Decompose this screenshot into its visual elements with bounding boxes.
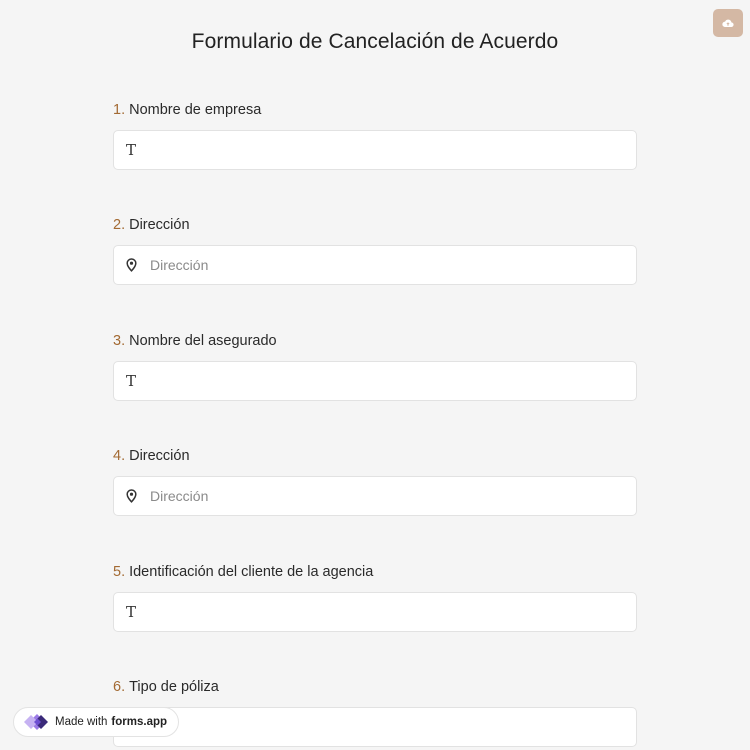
input-placeholder: Dirección xyxy=(150,488,209,504)
question-insured-name: 3. Nombre del asegurado T xyxy=(113,331,637,401)
question-number: 5. xyxy=(113,564,126,580)
question-label: 1. Nombre de empresa xyxy=(113,100,637,120)
question-agency-client-id: 5. Identificación del cliente de la agenc… xyxy=(113,562,637,632)
question-text: Dirección xyxy=(129,217,190,233)
cloud-upload-icon xyxy=(722,19,734,28)
location-pin-icon xyxy=(124,488,138,504)
text-icon: T xyxy=(125,372,136,390)
input-placeholder: Dirección xyxy=(150,257,209,273)
form-page: Formulario de Cancelación de Acuerdo 1. N… xyxy=(0,0,750,750)
company-address-input[interactable]: Dirección xyxy=(113,245,637,285)
question-company-address: 2. Dirección Dirección xyxy=(113,215,637,285)
question-number: 2. xyxy=(113,217,126,233)
question-insured-address: 4. Dirección Dirección xyxy=(113,446,637,516)
question-label: 4. Dirección xyxy=(113,446,637,466)
question-number: 4. xyxy=(113,448,126,464)
insured-name-input[interactable]: T xyxy=(113,361,637,401)
made-with-badge[interactable]: Made with forms.app xyxy=(13,707,180,737)
question-label: 2. Dirección xyxy=(113,215,637,235)
question-company-name: 1. Nombre de empresa T xyxy=(113,100,637,170)
agency-client-id-input[interactable]: T xyxy=(113,592,637,632)
brand-name: forms.app xyxy=(111,716,168,728)
question-text: Nombre de empresa xyxy=(129,102,262,118)
question-label: 5. Identificación del cliente de la agenc… xyxy=(113,562,637,582)
question-number: 3. xyxy=(113,333,126,349)
question-text: Tipo de póliza xyxy=(129,679,219,695)
question-text: Nombre del asegurado xyxy=(129,333,277,349)
question-number: 6. xyxy=(113,679,126,695)
insured-address-input[interactable]: Dirección xyxy=(113,476,637,516)
location-pin-icon xyxy=(124,257,138,273)
question-policy-type: 6.Tipo de póliza T xyxy=(113,677,637,747)
forms-app-logo-icon xyxy=(24,714,48,730)
text-icon: T xyxy=(125,603,136,621)
question-text: Identificación del cliente de la agencia xyxy=(129,564,374,580)
policy-type-input[interactable]: T xyxy=(113,707,637,747)
question-text: Dirección xyxy=(129,448,190,464)
form-title: Formulario de Cancelación de Acuerdo xyxy=(191,30,559,53)
text-icon: T xyxy=(125,141,136,159)
made-with-text: Made with xyxy=(55,716,108,728)
company-name-input[interactable]: T xyxy=(113,130,637,170)
question-number: 1. xyxy=(113,102,126,118)
question-label: 3. Nombre del asegurado xyxy=(113,331,637,351)
question-label: 6. Tipo de póliza xyxy=(113,677,637,697)
